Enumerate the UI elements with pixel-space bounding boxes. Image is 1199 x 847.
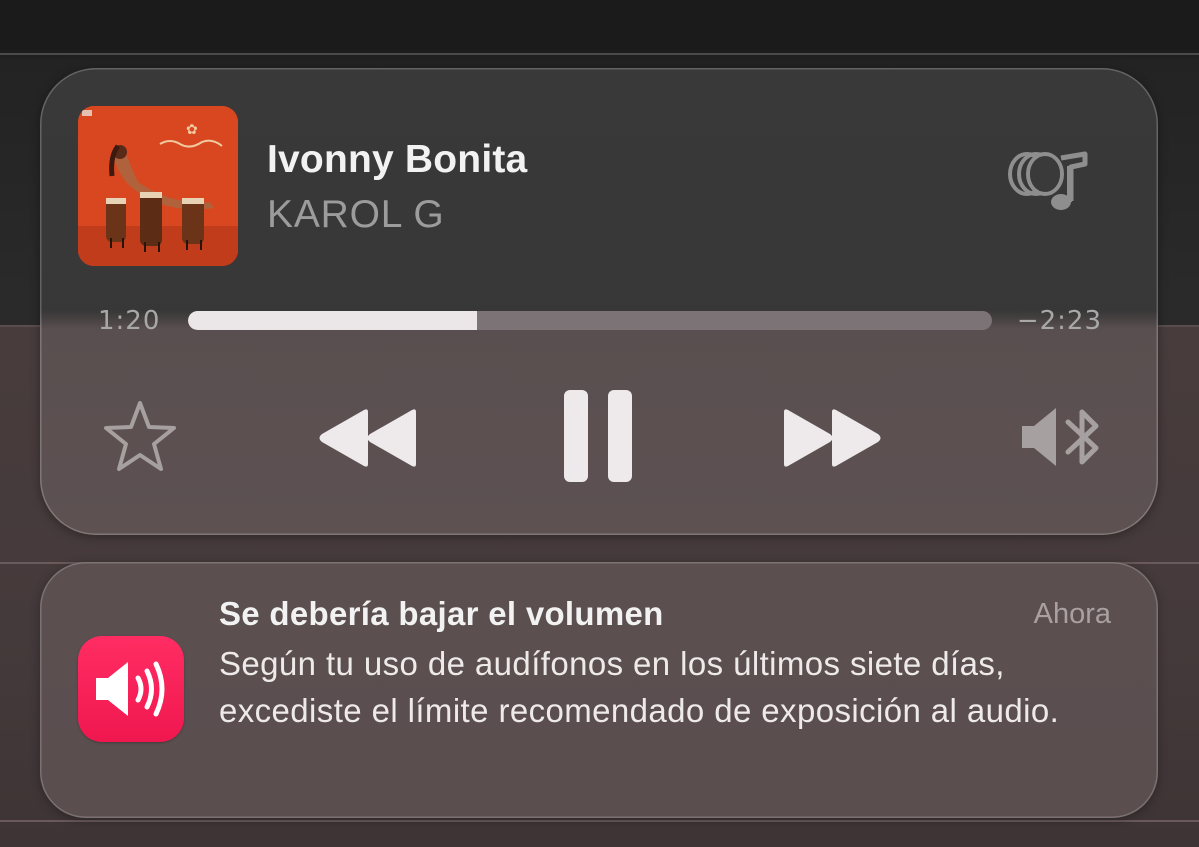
fast-forward-icon [784, 409, 881, 467]
divider-line [0, 53, 1199, 55]
audio-output-button[interactable] [1018, 404, 1104, 470]
elapsed-time: 1:20 [98, 306, 161, 336]
star-icon [104, 401, 176, 471]
remaining-time: −2:23 [1016, 306, 1102, 336]
speaker-volume-icon [78, 636, 184, 742]
fast-forward-button[interactable] [780, 408, 884, 468]
favorite-button[interactable] [102, 398, 178, 474]
track-artist: KAROL G [267, 193, 445, 236]
now-playing-widget[interactable]: ✿ Ivonny Bonita KAROL G 1:20 −2:23 [40, 68, 1158, 535]
album-artwork[interactable]: ✿ [78, 106, 238, 266]
pause-icon [564, 390, 632, 482]
rewind-icon [319, 409, 416, 467]
speaker-bluetooth-icon [1022, 408, 1099, 466]
notification-title: Se debería bajar el volumen [219, 595, 664, 632]
svg-text:✿: ✿ [186, 122, 198, 138]
airplay-audio-icon[interactable] [1005, 148, 1091, 222]
notification-time: Ahora [1033, 598, 1111, 630]
notification-body: Según tu uso de audífonos en los últimos… [219, 645, 1060, 729]
notification-banner[interactable]: Se debería bajar el volumen Ahora Según … [40, 562, 1158, 818]
progress-fill [188, 311, 478, 330]
track-title: Ivonny Bonita [267, 138, 528, 181]
album-artwork-image: ✿ [78, 106, 238, 266]
play-pause-button[interactable] [560, 386, 636, 484]
rewind-button[interactable] [316, 408, 420, 468]
progress-slider[interactable] [188, 311, 992, 330]
divider-line [0, 820, 1199, 822]
